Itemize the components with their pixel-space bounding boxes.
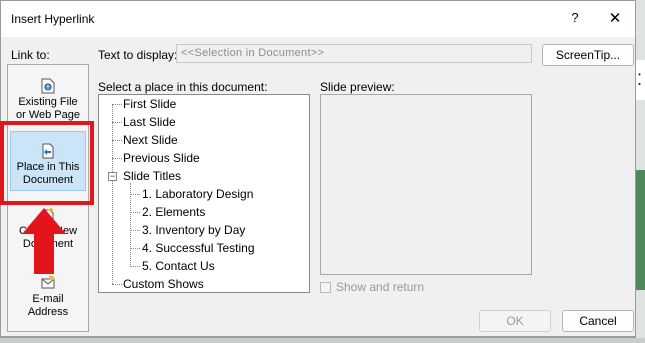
slide-preview-label: Slide preview:: [320, 80, 395, 94]
annotation-up-arrow-icon: [22, 208, 66, 274]
link-to-email-label-1: E-mail: [32, 293, 64, 305]
tree-connector: [130, 230, 140, 231]
tree-node-previous-slide[interactable]: Previous Slide: [123, 151, 200, 165]
tree-node-slide-1[interactable]: 1. Laboratory Design: [142, 187, 253, 201]
select-place-label: Select a place in this document:: [98, 80, 268, 94]
tree-node-last-slide[interactable]: Last Slide: [123, 115, 176, 129]
tree-connector: [112, 140, 122, 141]
tree-node-slide-2[interactable]: 2. Elements: [142, 205, 205, 219]
slide-preview-box: [320, 94, 532, 275]
tree-connector: [112, 122, 122, 123]
title-bar: Insert Hyperlink ? ✕: [1, 1, 635, 37]
annotation-highlight-box: [0, 121, 94, 205]
show-and-return-checkbox[interactable]: [320, 282, 331, 293]
cancel-button[interactable]: Cancel: [562, 310, 634, 332]
tree-connector: [112, 284, 122, 285]
background-slide-strip: [636, 0, 645, 343]
text-to-display-field[interactable]: <<Selection in Document>>: [176, 44, 532, 63]
tree-node-first-slide[interactable]: First Slide: [123, 97, 176, 111]
link-to-email-label-2: Address: [27, 306, 69, 318]
link-to-existing-file[interactable]: Existing File or Web Page: [8, 78, 88, 122]
background-bottom-strip: [0, 338, 645, 343]
tree-connector: [130, 248, 140, 249]
screentip-button[interactable]: ScreenTip...: [542, 44, 634, 66]
link-to-existing-file-label-1: Existing File: [18, 96, 78, 108]
tree-connector: [112, 104, 122, 105]
tree-connector: [130, 266, 140, 267]
help-button[interactable]: ?: [567, 10, 583, 28]
background-mark: ⁚: [637, 72, 643, 89]
link-to-existing-file-label-2: or Web Page: [15, 109, 80, 121]
background-fragment: [636, 170, 645, 290]
insert-hyperlink-dialog: Insert Hyperlink ? ✕ Link to: Existing F…: [0, 0, 636, 337]
tree-node-slide-5[interactable]: 5. Contact Us: [142, 259, 215, 273]
place-tree[interactable]: First Slide Last Slide Next Slide Previo…: [98, 94, 310, 293]
tree-connector: [130, 212, 140, 213]
text-to-display-label: Text to display:: [98, 48, 178, 62]
collapse-expander[interactable]: −: [108, 172, 117, 181]
tree-connector: [130, 194, 140, 195]
tree-node-slide-titles[interactable]: Slide Titles: [123, 169, 181, 183]
link-to-email-address[interactable]: E-mail Address: [8, 275, 88, 319]
tree-node-next-slide[interactable]: Next Slide: [123, 133, 178, 147]
tree-connector: [130, 183, 131, 267]
show-and-return-label: Show and return: [336, 280, 425, 294]
ok-button[interactable]: OK: [479, 310, 551, 332]
tree-node-slide-3[interactable]: 3. Inventory by Day: [142, 223, 245, 237]
tree-connector: [112, 158, 122, 159]
tree-node-slide-4[interactable]: 4. Successful Testing: [142, 241, 255, 255]
tree-node-custom-shows[interactable]: Custom Shows: [123, 277, 204, 291]
close-button[interactable]: ✕: [606, 9, 624, 29]
email-icon: [41, 275, 55, 291]
dialog-title: Insert Hyperlink: [11, 12, 95, 26]
link-to-label: Link to:: [11, 48, 50, 62]
tree-connector: [112, 104, 113, 284]
show-and-return-option[interactable]: Show and return: [320, 280, 424, 294]
web-page-icon: [41, 78, 55, 94]
